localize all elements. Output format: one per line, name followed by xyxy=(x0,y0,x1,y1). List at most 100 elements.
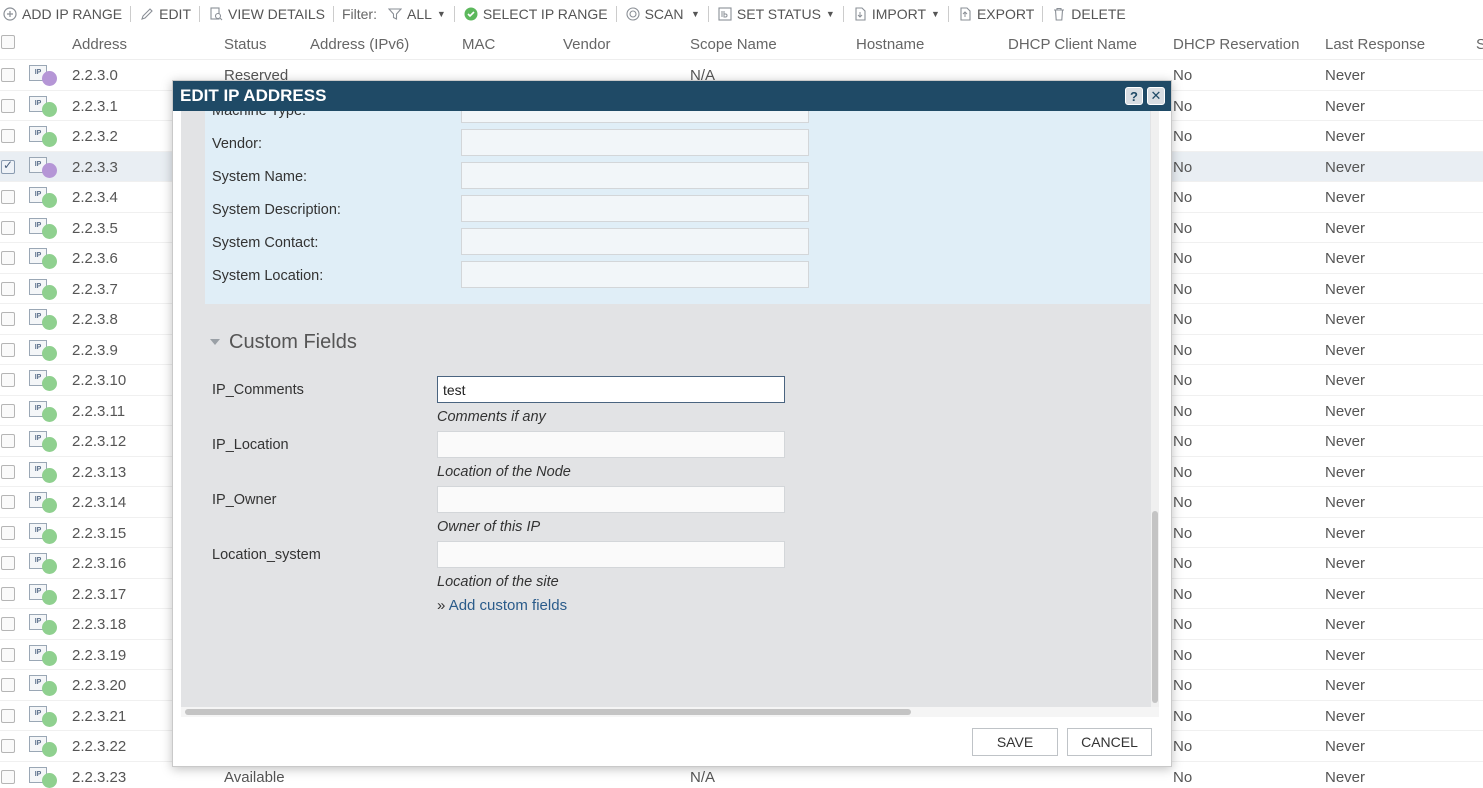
custom-label-ip-owner: IP_Owner xyxy=(212,492,277,508)
ip-comments-input[interactable] xyxy=(437,376,785,403)
row-checkbox[interactable] xyxy=(1,190,15,208)
row-checkbox[interactable] xyxy=(1,220,15,239)
checkbox-box xyxy=(1,586,15,601)
system-location-input[interactable] xyxy=(461,261,809,288)
column-header-dhcp-client-name[interactable]: DHCP Client Name xyxy=(1008,36,1137,53)
horizontal-scrollbar[interactable] xyxy=(181,707,1159,717)
row-checkbox[interactable] xyxy=(1,434,15,452)
cell-address: 2.2.3.21 xyxy=(72,707,127,725)
column-header-status[interactable]: Status xyxy=(224,36,267,53)
checkbox-box xyxy=(1,129,15,143)
row-checkbox[interactable] xyxy=(1,403,15,422)
ip-status-icon: IP xyxy=(29,553,59,574)
row-checkbox[interactable] xyxy=(1,769,15,788)
save-button[interactable]: SAVE xyxy=(972,728,1058,756)
help-button[interactable]: ? xyxy=(1125,87,1143,105)
scan-dropdown[interactable]: SCAN ▼ xyxy=(619,6,706,22)
checkbox-box xyxy=(1,739,15,753)
row-checkbox[interactable] xyxy=(1,129,15,147)
select-all-checkbox[interactable] xyxy=(1,35,15,53)
delete-button[interactable]: DELETE xyxy=(1045,6,1131,22)
cell-address: 2.2.3.18 xyxy=(72,616,127,633)
row-checkbox[interactable] xyxy=(1,708,15,727)
filter-dropdown[interactable]: ALL ▼ xyxy=(381,6,452,22)
row-checkbox[interactable] xyxy=(1,525,15,544)
vertical-scrollbar[interactable] xyxy=(1151,111,1159,707)
question-icon: ? xyxy=(1130,88,1138,104)
system-description-input[interactable] xyxy=(461,195,809,222)
location-system-input[interactable] xyxy=(437,541,785,568)
vertical-scroll-thumb[interactable] xyxy=(1152,511,1158,703)
row-checkbox[interactable] xyxy=(1,68,15,86)
row-checkbox[interactable] xyxy=(1,556,15,574)
cell-scope-name: N/A xyxy=(690,768,716,786)
row-checkbox[interactable] xyxy=(1,464,15,483)
column-header-address[interactable]: Address xyxy=(72,36,127,53)
row-checkbox[interactable] xyxy=(1,678,15,696)
set-status-dropdown[interactable]: SET STATUS ▼ xyxy=(711,6,841,22)
import-dropdown[interactable]: IMPORT ▼ xyxy=(846,6,946,22)
row-checkbox[interactable] xyxy=(1,586,15,605)
column-header-mac[interactable]: MAC xyxy=(462,36,495,53)
cell-last-response: Never xyxy=(1325,372,1366,389)
ip-status-icon: IP xyxy=(29,583,59,605)
row-checkbox[interactable] xyxy=(1,159,15,178)
row-checkbox[interactable] xyxy=(1,495,15,513)
cell-last-response: Never xyxy=(1325,768,1366,786)
system-name-input[interactable] xyxy=(461,162,809,189)
view-details-button[interactable]: VIEW DETAILS xyxy=(202,6,331,22)
view-details-label: VIEW DETAILS xyxy=(228,6,325,22)
ip-status-icon: IP xyxy=(29,400,59,422)
row-checkbox[interactable] xyxy=(1,342,15,361)
ip-owner-input[interactable] xyxy=(437,486,785,513)
column-header-dhcp-reservation[interactable]: DHCP Reservation xyxy=(1173,36,1299,53)
ip-comments-hint: Comments if any xyxy=(437,409,546,425)
cell-dhcp-reservation: No xyxy=(1173,738,1193,755)
cell-dhcp-reservation: No xyxy=(1173,402,1193,420)
dialog-body: Machine Type: Vendor: System Name: Syste… xyxy=(181,111,1159,707)
add-custom-fields-link[interactable]: Add custom fields xyxy=(449,597,567,614)
ip-location-input[interactable] xyxy=(437,431,785,458)
cell-dhcp-reservation: No xyxy=(1173,463,1193,481)
vendor-input[interactable] xyxy=(461,129,809,156)
add-ip-range-button[interactable]: ADD IP RANGE xyxy=(0,6,128,22)
row-checkbox[interactable] xyxy=(1,251,15,269)
field-label-machine-type: Machine Type: xyxy=(212,111,307,119)
add-custom-fields-row: » Add custom fields xyxy=(437,597,567,614)
checkbox-box xyxy=(1,556,15,570)
column-header-ipv6[interactable]: Address (IPv6) xyxy=(310,36,409,53)
caret-down-icon: ▼ xyxy=(688,9,700,19)
row-checkbox[interactable] xyxy=(1,647,15,666)
column-header-last-response[interactable]: Last Response xyxy=(1325,36,1425,53)
export-button[interactable]: EXPORT xyxy=(951,6,1040,22)
checkbox-box xyxy=(1,678,15,692)
collapse-triangle-icon[interactable] xyxy=(210,339,220,345)
horizontal-scroll-thumb[interactable] xyxy=(185,709,911,715)
caret-down-icon: ▼ xyxy=(825,9,835,19)
row-checkbox[interactable] xyxy=(1,373,15,391)
cell-address: 2.2.3.17 xyxy=(72,585,127,603)
edit-button[interactable]: EDIT xyxy=(133,6,197,22)
machine-type-input[interactable] xyxy=(461,111,809,123)
select-ip-range-button[interactable]: SELECT IP RANGE xyxy=(457,6,614,22)
column-header-scope-name[interactable]: Scope Name xyxy=(690,36,777,53)
row-checkbox[interactable] xyxy=(1,281,15,300)
cell-address: 2.2.3.9 xyxy=(72,341,118,359)
system-contact-input[interactable] xyxy=(461,228,809,255)
toolbar-divider xyxy=(332,6,334,22)
row-checkbox[interactable] xyxy=(1,617,15,635)
row-checkbox[interactable] xyxy=(1,98,15,117)
column-header-truncated[interactable]: S xyxy=(1476,36,1483,53)
row-checkbox[interactable] xyxy=(1,312,15,330)
column-header-hostname[interactable]: Hostname xyxy=(856,36,924,53)
column-header-vendor[interactable]: Vendor xyxy=(563,36,611,53)
row-checkbox[interactable] xyxy=(1,739,15,757)
ip-status-icon: IP xyxy=(29,278,59,300)
checkbox-box xyxy=(1,68,15,82)
custom-fields-heading[interactable]: Custom Fields xyxy=(229,331,357,354)
cell-last-response: Never xyxy=(1325,463,1366,481)
ip-status-icon: IP xyxy=(29,156,59,178)
close-button[interactable]: ✕ xyxy=(1147,87,1165,105)
cancel-button[interactable]: CANCEL xyxy=(1067,728,1152,756)
cell-last-response: Never xyxy=(1325,524,1366,542)
